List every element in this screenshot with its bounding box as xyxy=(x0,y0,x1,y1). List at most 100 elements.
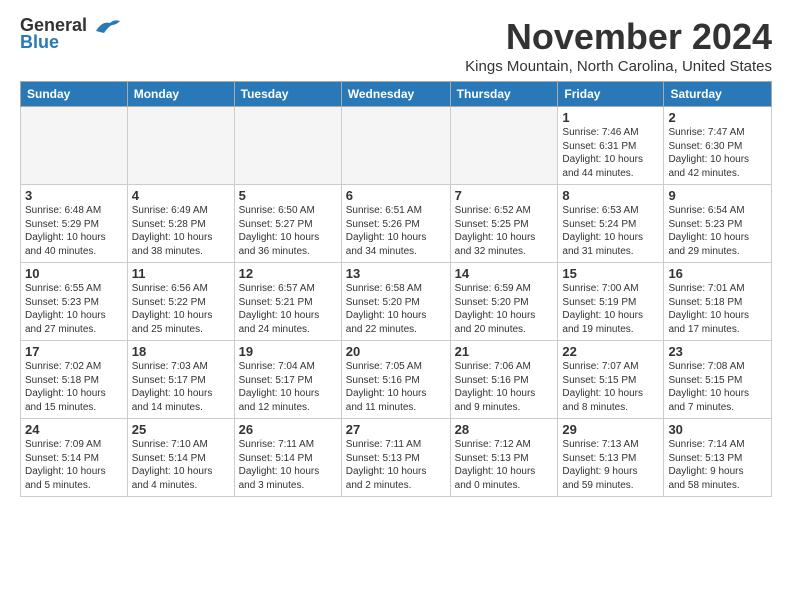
day-info: Sunrise: 7:47 AMSunset: 6:30 PMDaylight:… xyxy=(668,126,767,180)
table-row xyxy=(127,107,234,185)
col-saturday: Saturday xyxy=(664,82,772,107)
day-info: Sunrise: 7:05 AMSunset: 5:16 PMDaylight:… xyxy=(346,360,446,414)
day-number: 25 xyxy=(132,422,230,437)
day-number: 14 xyxy=(455,266,554,281)
calendar: Sunday Monday Tuesday Wednesday Thursday… xyxy=(20,81,772,497)
calendar-header-row: Sunday Monday Tuesday Wednesday Thursday… xyxy=(21,82,772,107)
table-row: 17Sunrise: 7:02 AMSunset: 5:18 PMDayligh… xyxy=(21,341,128,419)
day-info: Sunrise: 7:13 AMSunset: 5:13 PMDaylight:… xyxy=(562,438,659,492)
day-number: 7 xyxy=(455,188,554,203)
table-row: 6Sunrise: 6:51 AMSunset: 5:26 PMDaylight… xyxy=(341,185,450,263)
day-number: 2 xyxy=(668,110,767,125)
day-info: Sunrise: 7:14 AMSunset: 5:13 PMDaylight:… xyxy=(668,438,767,492)
table-row xyxy=(234,107,341,185)
day-info: Sunrise: 6:51 AMSunset: 5:26 PMDaylight:… xyxy=(346,204,446,258)
table-row: 28Sunrise: 7:12 AMSunset: 5:13 PMDayligh… xyxy=(450,419,558,497)
table-row: 27Sunrise: 7:11 AMSunset: 5:13 PMDayligh… xyxy=(341,419,450,497)
day-number: 22 xyxy=(562,344,659,359)
day-number: 5 xyxy=(239,188,337,203)
page: General Blue November 2024 Kings Mountai… xyxy=(0,0,792,507)
table-row: 9Sunrise: 6:54 AMSunset: 5:23 PMDaylight… xyxy=(664,185,772,263)
logo-blue: Blue xyxy=(20,32,59,53)
day-number: 3 xyxy=(25,188,123,203)
day-number: 18 xyxy=(132,344,230,359)
day-info: Sunrise: 7:09 AMSunset: 5:14 PMDaylight:… xyxy=(25,438,123,492)
day-number: 29 xyxy=(562,422,659,437)
table-row: 24Sunrise: 7:09 AMSunset: 5:14 PMDayligh… xyxy=(21,419,128,497)
table-row: 10Sunrise: 6:55 AMSunset: 5:23 PMDayligh… xyxy=(21,263,128,341)
table-row: 22Sunrise: 7:07 AMSunset: 5:15 PMDayligh… xyxy=(558,341,664,419)
table-row: 12Sunrise: 6:57 AMSunset: 5:21 PMDayligh… xyxy=(234,263,341,341)
location-title: Kings Mountain, North Carolina, United S… xyxy=(465,58,772,75)
day-info: Sunrise: 6:50 AMSunset: 5:27 PMDaylight:… xyxy=(239,204,337,258)
table-row xyxy=(21,107,128,185)
day-info: Sunrise: 6:53 AMSunset: 5:24 PMDaylight:… xyxy=(562,204,659,258)
table-row: 8Sunrise: 6:53 AMSunset: 5:24 PMDaylight… xyxy=(558,185,664,263)
day-info: Sunrise: 7:03 AMSunset: 5:17 PMDaylight:… xyxy=(132,360,230,414)
day-number: 30 xyxy=(668,422,767,437)
table-row: 4Sunrise: 6:49 AMSunset: 5:28 PMDaylight… xyxy=(127,185,234,263)
day-number: 21 xyxy=(455,344,554,359)
day-info: Sunrise: 7:46 AMSunset: 6:31 PMDaylight:… xyxy=(562,126,659,180)
day-info: Sunrise: 6:55 AMSunset: 5:23 PMDaylight:… xyxy=(25,282,123,336)
day-info: Sunrise: 7:08 AMSunset: 5:15 PMDaylight:… xyxy=(668,360,767,414)
day-info: Sunrise: 7:06 AMSunset: 5:16 PMDaylight:… xyxy=(455,360,554,414)
day-number: 10 xyxy=(25,266,123,281)
day-info: Sunrise: 7:12 AMSunset: 5:13 PMDaylight:… xyxy=(455,438,554,492)
day-info: Sunrise: 6:48 AMSunset: 5:29 PMDaylight:… xyxy=(25,204,123,258)
calendar-week-3: 10Sunrise: 6:55 AMSunset: 5:23 PMDayligh… xyxy=(21,263,772,341)
logo: General Blue xyxy=(20,16,120,53)
day-number: 4 xyxy=(132,188,230,203)
day-info: Sunrise: 7:01 AMSunset: 5:18 PMDaylight:… xyxy=(668,282,767,336)
table-row: 16Sunrise: 7:01 AMSunset: 5:18 PMDayligh… xyxy=(664,263,772,341)
day-number: 6 xyxy=(346,188,446,203)
day-number: 17 xyxy=(25,344,123,359)
table-row: 14Sunrise: 6:59 AMSunset: 5:20 PMDayligh… xyxy=(450,263,558,341)
day-number: 28 xyxy=(455,422,554,437)
title-area: November 2024 Kings Mountain, North Caro… xyxy=(465,16,772,75)
calendar-week-2: 3Sunrise: 6:48 AMSunset: 5:29 PMDaylight… xyxy=(21,185,772,263)
table-row: 26Sunrise: 7:11 AMSunset: 5:14 PMDayligh… xyxy=(234,419,341,497)
day-info: Sunrise: 6:56 AMSunset: 5:22 PMDaylight:… xyxy=(132,282,230,336)
table-row: 20Sunrise: 7:05 AMSunset: 5:16 PMDayligh… xyxy=(341,341,450,419)
day-number: 16 xyxy=(668,266,767,281)
table-row: 29Sunrise: 7:13 AMSunset: 5:13 PMDayligh… xyxy=(558,419,664,497)
col-wednesday: Wednesday xyxy=(341,82,450,107)
month-title: November 2024 xyxy=(465,16,772,58)
table-row: 5Sunrise: 6:50 AMSunset: 5:27 PMDaylight… xyxy=(234,185,341,263)
table-row: 2Sunrise: 7:47 AMSunset: 6:30 PMDaylight… xyxy=(664,107,772,185)
day-number: 9 xyxy=(668,188,767,203)
table-row: 30Sunrise: 7:14 AMSunset: 5:13 PMDayligh… xyxy=(664,419,772,497)
table-row: 19Sunrise: 7:04 AMSunset: 5:17 PMDayligh… xyxy=(234,341,341,419)
col-sunday: Sunday xyxy=(21,82,128,107)
table-row: 3Sunrise: 6:48 AMSunset: 5:29 PMDaylight… xyxy=(21,185,128,263)
table-row: 13Sunrise: 6:58 AMSunset: 5:20 PMDayligh… xyxy=(341,263,450,341)
day-number: 8 xyxy=(562,188,659,203)
day-number: 1 xyxy=(562,110,659,125)
day-number: 19 xyxy=(239,344,337,359)
col-monday: Monday xyxy=(127,82,234,107)
table-row: 15Sunrise: 7:00 AMSunset: 5:19 PMDayligh… xyxy=(558,263,664,341)
table-row: 11Sunrise: 6:56 AMSunset: 5:22 PMDayligh… xyxy=(127,263,234,341)
day-info: Sunrise: 6:52 AMSunset: 5:25 PMDaylight:… xyxy=(455,204,554,258)
calendar-week-4: 17Sunrise: 7:02 AMSunset: 5:18 PMDayligh… xyxy=(21,341,772,419)
col-friday: Friday xyxy=(558,82,664,107)
day-number: 15 xyxy=(562,266,659,281)
calendar-week-1: 1Sunrise: 7:46 AMSunset: 6:31 PMDaylight… xyxy=(21,107,772,185)
day-info: Sunrise: 6:59 AMSunset: 5:20 PMDaylight:… xyxy=(455,282,554,336)
table-row: 7Sunrise: 6:52 AMSunset: 5:25 PMDaylight… xyxy=(450,185,558,263)
day-number: 11 xyxy=(132,266,230,281)
day-info: Sunrise: 7:10 AMSunset: 5:14 PMDaylight:… xyxy=(132,438,230,492)
day-info: Sunrise: 6:58 AMSunset: 5:20 PMDaylight:… xyxy=(346,282,446,336)
day-info: Sunrise: 7:00 AMSunset: 5:19 PMDaylight:… xyxy=(562,282,659,336)
day-number: 12 xyxy=(239,266,337,281)
day-number: 20 xyxy=(346,344,446,359)
table-row: 23Sunrise: 7:08 AMSunset: 5:15 PMDayligh… xyxy=(664,341,772,419)
table-row xyxy=(450,107,558,185)
table-row xyxy=(341,107,450,185)
logo-bird-icon xyxy=(94,17,120,35)
day-number: 24 xyxy=(25,422,123,437)
table-row: 18Sunrise: 7:03 AMSunset: 5:17 PMDayligh… xyxy=(127,341,234,419)
day-number: 23 xyxy=(668,344,767,359)
header: General Blue November 2024 Kings Mountai… xyxy=(20,16,772,75)
